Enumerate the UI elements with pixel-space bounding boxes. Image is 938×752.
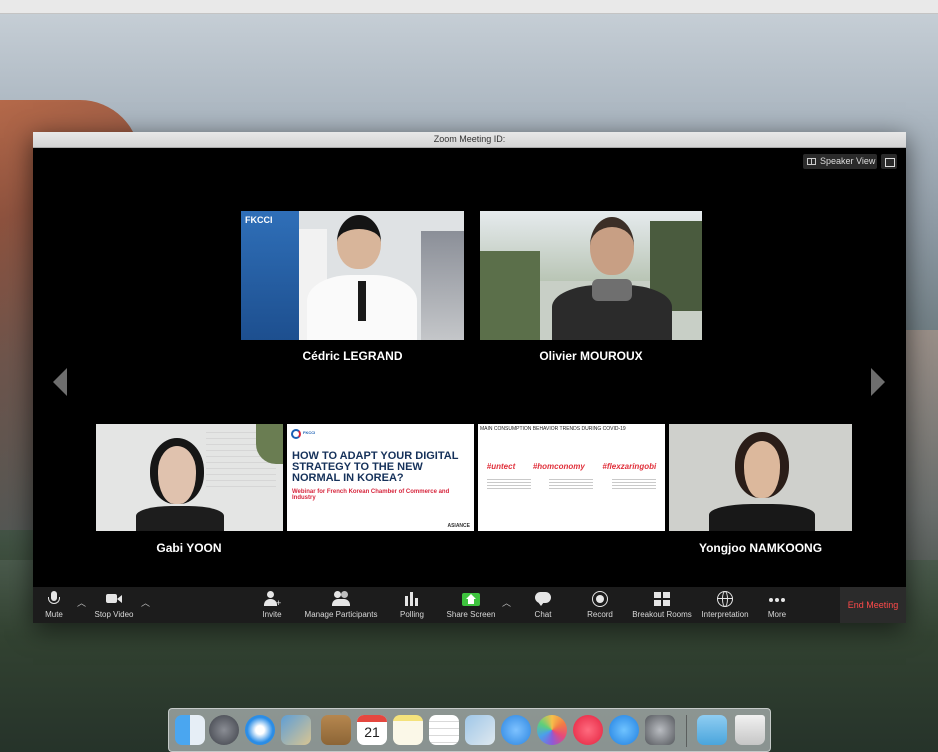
mute-button[interactable]: Mute [39,587,69,623]
share-screen-icon [462,590,480,608]
next-page-arrow-icon[interactable] [871,368,885,396]
participant-face [150,438,204,504]
globe-icon [716,590,734,608]
share-options-chevron-icon[interactable]: ︿ [502,596,511,609]
speaker-view-label: Speaker View [820,156,876,166]
video-camera-icon [105,590,123,608]
macos-dock: 21 [168,708,771,752]
chat-label: Chat [534,610,552,619]
calendar-day: 21 [364,724,380,740]
video-options-chevron-icon[interactable]: ︿ [141,596,150,609]
share-screen-label: Share Screen [446,610,496,619]
manage-participants-label: Manage Participants [304,610,378,619]
photos-icon[interactable] [537,715,567,745]
participant-body [709,504,815,531]
zoom-titlebar[interactable]: Zoom Meeting ID: [33,132,906,148]
polling-button[interactable]: Polling [397,587,427,623]
participant-body [136,506,224,531]
launchpad-icon[interactable] [209,715,239,745]
notes-icon[interactable] [393,715,423,745]
end-meeting-button[interactable]: End Meeting [840,587,906,623]
video-tile-yongjoo[interactable] [669,424,852,531]
contacts-icon[interactable] [321,715,351,745]
more-dots-icon [768,590,786,608]
participant-name: Yongjoo NAMKOONG [698,541,823,555]
participant-face [590,217,634,275]
video-tile-cedric[interactable]: FKCCI [241,211,464,340]
trend-descriptions [478,479,665,489]
invite-label: Invite [262,610,282,619]
finder-icon[interactable] [175,715,205,745]
speaker-view-button[interactable]: Speaker View [803,154,877,169]
breakout-rooms-label: Breakout Rooms [632,610,692,619]
speaker-view-icon [807,158,816,165]
polling-label: Polling [399,610,424,619]
breakout-grid-icon [653,590,671,608]
fkcci-banner: FKCCI [241,211,299,340]
slide-brand: ASIANCE [447,523,470,529]
video-tile-gabi[interactable] [96,424,283,531]
record-button[interactable]: Record [585,587,615,623]
chat-bubble-icon [534,590,552,608]
invite-person-icon: + [263,590,281,608]
shared-slide-trends[interactable]: MAIN CONSUMPTION BEHAVIOR TRENDS DURING … [478,424,665,531]
chat-button[interactable]: Chat [528,587,558,623]
audio-options-chevron-icon[interactable]: ︿ [77,596,86,609]
safari-icon[interactable] [245,715,275,745]
stop-video-label: Stop Video [94,610,134,619]
trend-tag: #untect [486,462,516,471]
interpretation-label: Interpretation [701,610,749,619]
participant-scarf [592,279,632,301]
poll-chart-icon [403,590,421,608]
system-preferences-icon[interactable] [645,715,675,745]
shared-slide-title[interactable]: FKCCI HOW TO ADAPT YOUR DIGITAL STRATEGY… [287,424,474,531]
dock-separator [686,715,687,747]
slide-logo-text: FKCCI [303,430,316,435]
mail-icon[interactable] [281,715,311,745]
share-screen-button[interactable]: Share Screen [441,587,501,623]
participant-tie [358,281,366,321]
trend-tags: #untect #homconomy #flexzaringobi [478,462,665,471]
interpretation-button[interactable]: Interpretation [699,587,751,623]
mac-menubar [0,0,938,14]
participant-face [337,215,381,269]
music-icon[interactable] [573,715,603,745]
microphone-icon [45,590,63,608]
breakout-rooms-button[interactable]: Breakout Rooms [631,587,693,623]
participant-name: Olivier MOUROUX [539,349,643,363]
calendar-icon[interactable]: 21 [357,715,387,745]
video-tile-olivier[interactable] [480,211,702,340]
mute-label: Mute [45,610,63,619]
app-store-icon[interactable] [609,715,639,745]
stop-video-button[interactable]: Stop Video [91,587,137,623]
invite-button[interactable]: + Invite [259,587,285,623]
fullscreen-icon[interactable] [881,154,897,169]
meeting-toolbar: Mute ︿ Stop Video ︿ + Invite Manage Part… [33,587,906,623]
slide-heading: MAIN CONSUMPTION BEHAVIOR TRENDS DURING … [480,426,626,432]
fkcci-logo-icon [291,429,301,439]
slide-heading: HOW TO ADAPT YOUR DIGITAL STRATEGY TO TH… [292,450,459,484]
record-icon [591,590,609,608]
trend-tag: #flexzaringobi [602,462,657,471]
participant-name: Cédric LEGRAND [302,349,403,363]
zoom-window: Zoom Meeting ID: Speaker View FKCCI Cédr… [33,132,906,623]
participants-icon [332,590,350,608]
downloads-folder-icon[interactable] [697,715,727,745]
trend-tag: #homconomy [532,462,585,471]
more-label: More [767,610,787,619]
window-title: Zoom Meeting ID: [433,134,506,144]
messages-icon[interactable] [501,715,531,745]
manage-participants-button[interactable]: Manage Participants [301,587,381,623]
record-label: Record [587,610,613,619]
more-button[interactable]: More [763,587,791,623]
participant-face [735,432,789,498]
reminders-icon[interactable] [429,715,459,745]
trash-icon[interactable] [735,715,765,745]
previous-page-arrow-icon[interactable] [53,368,67,396]
slide-subtitle: Webinar for French Korean Chamber of Com… [292,489,450,501]
fkcci-sign: FKCCI [245,215,273,225]
preview-icon[interactable] [465,715,495,745]
participant-name: Gabi YOON [156,541,222,555]
